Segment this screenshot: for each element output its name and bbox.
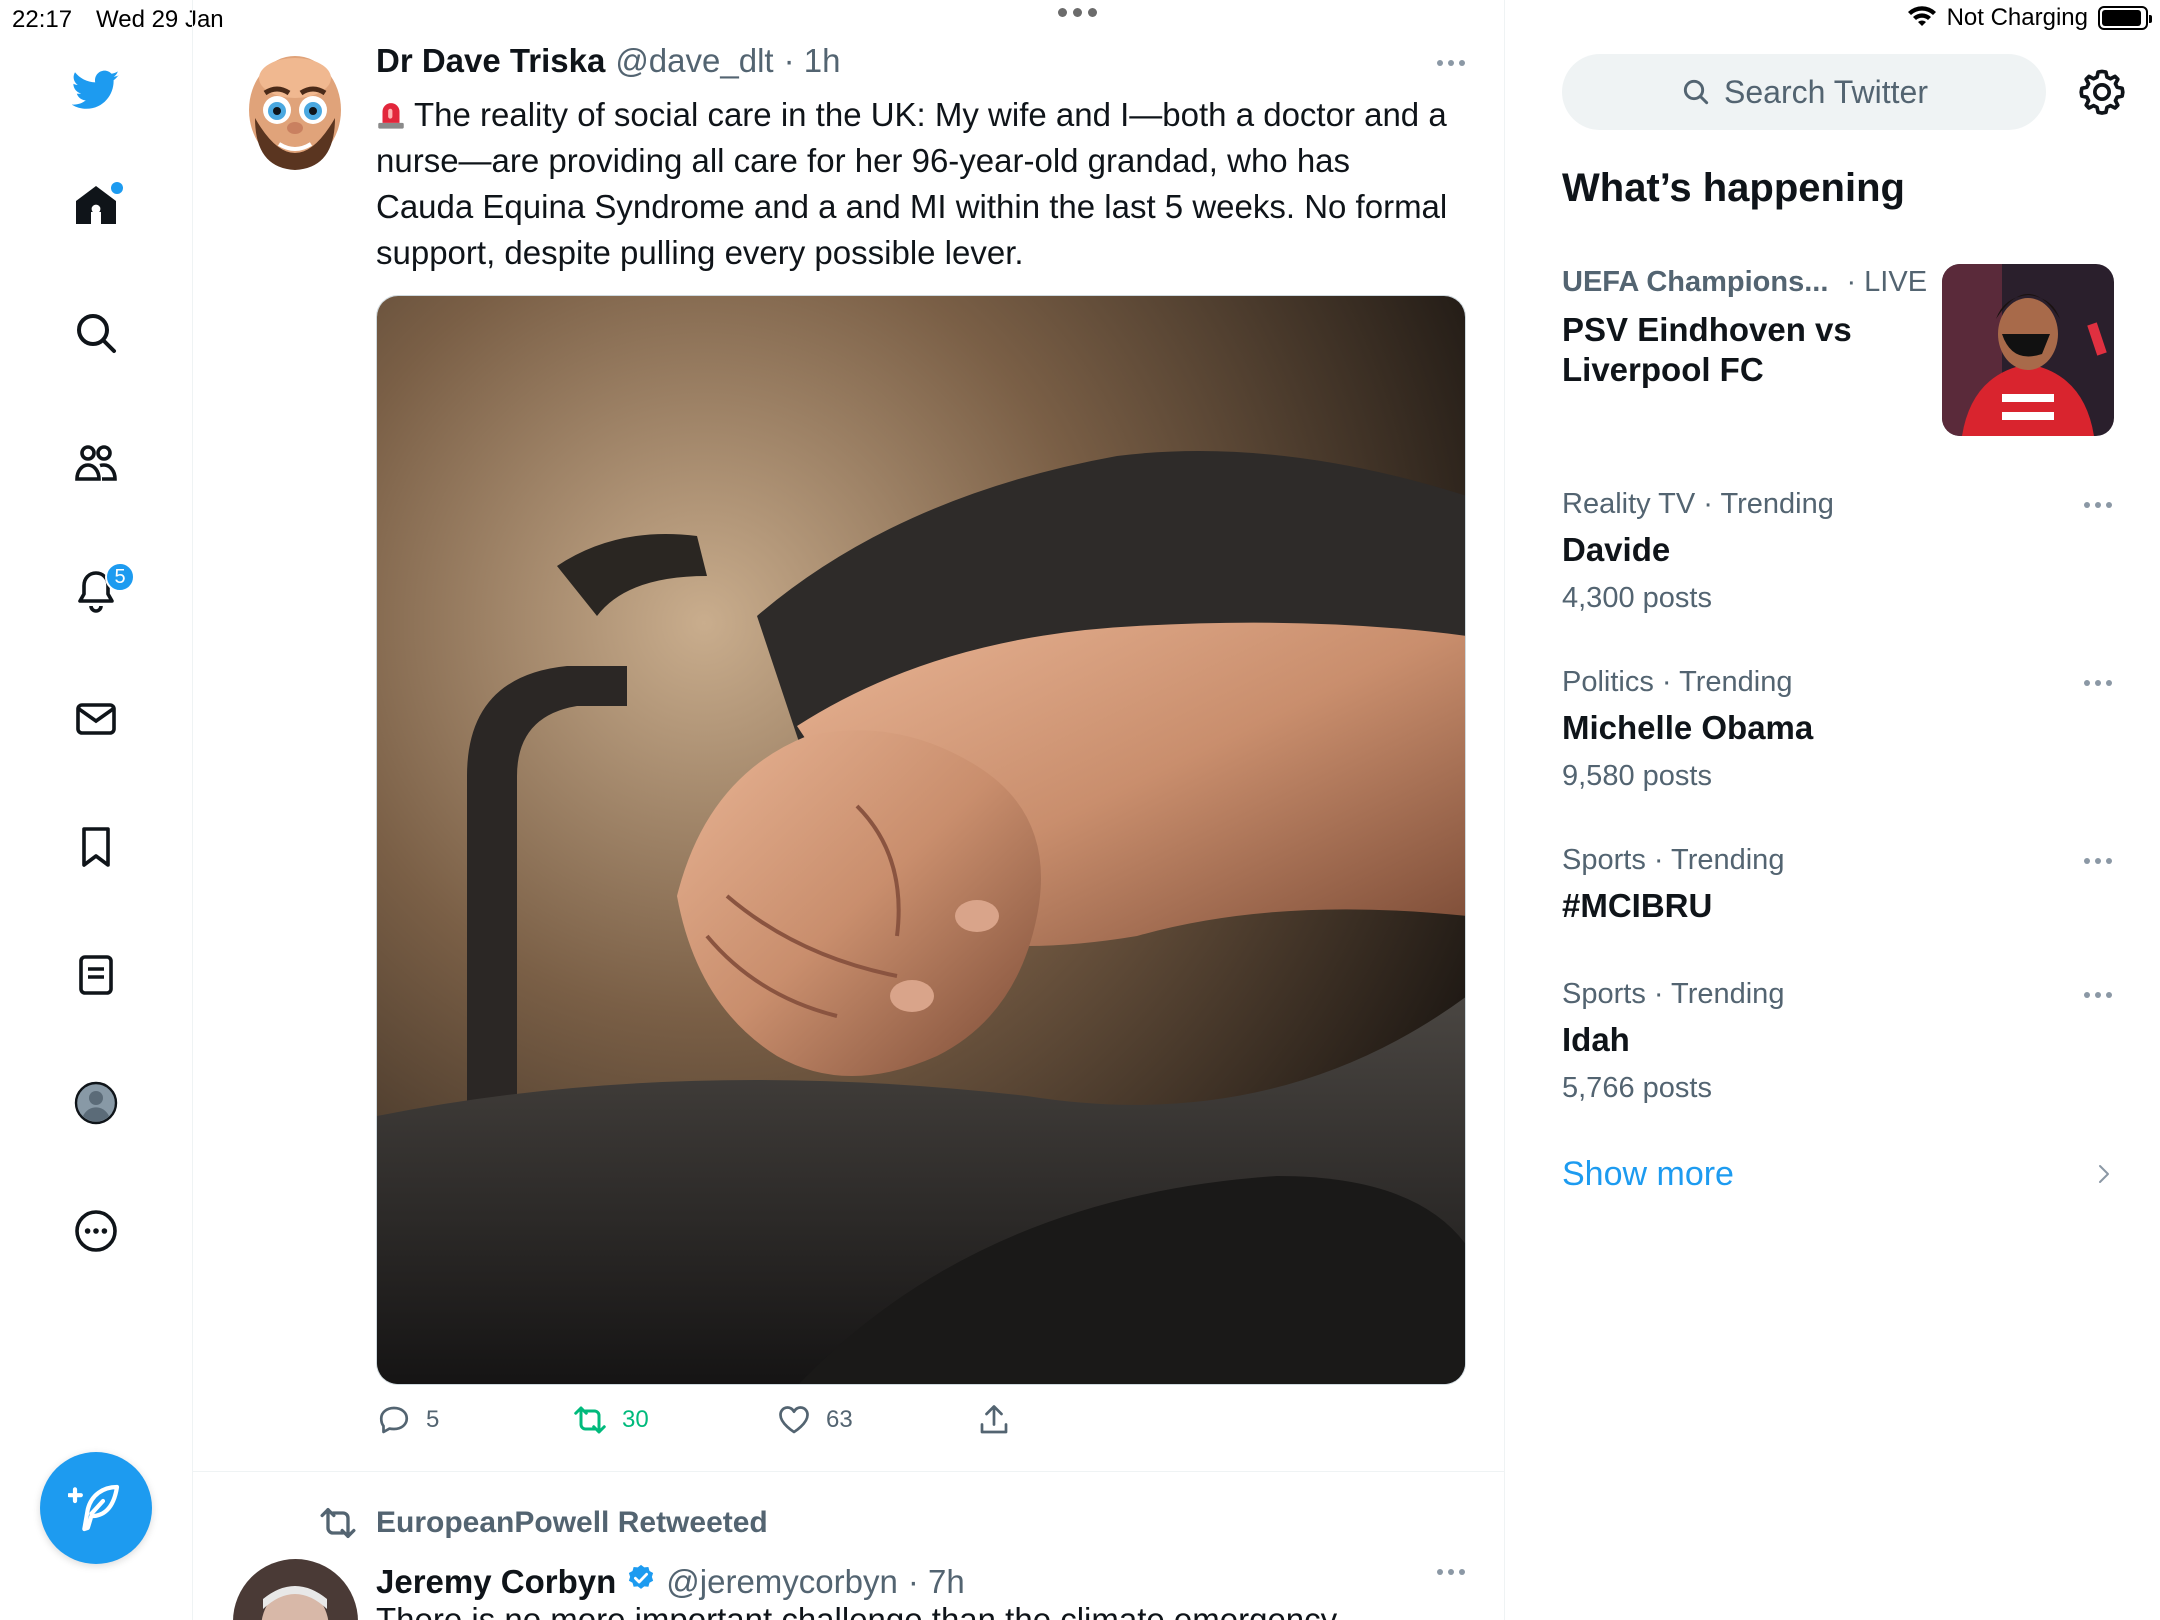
tweet-body: The reality of social care in the UK: My… [376, 96, 1448, 271]
mail-icon [76, 703, 116, 735]
more-button[interactable] [61, 1196, 131, 1266]
communities-icon [75, 445, 117, 481]
search-icon [1683, 79, 1709, 105]
search-icon [77, 314, 116, 353]
share-icon [980, 1405, 1008, 1434]
author-name[interactable]: Jeremy Corbyn [376, 1563, 616, 1601]
share-button[interactable] [976, 1402, 1012, 1438]
reply-button[interactable]: 5 [376, 1402, 439, 1438]
tweet-actions: 5 30 63 [376, 1402, 1076, 1446]
tweet-header: Dr Dave Triska @dave_dlt · 1h [376, 42, 840, 80]
messages-button[interactable] [61, 684, 131, 754]
author-handle[interactable]: @jeremycorbyn [666, 1563, 898, 1601]
compose-feather-icon [68, 1484, 120, 1532]
trend-thumbnail [1942, 264, 2114, 436]
lists-icon [79, 955, 113, 995]
tweet-time[interactable]: · 1h [784, 42, 841, 80]
trend-name: Michelle Obama [1562, 709, 1814, 746]
trend-live-label: · LIVE [1846, 266, 1928, 298]
timeline: Dr Dave Triska @dave_dlt · 1h The realit… [193, 0, 1505, 1620]
trend-more-button[interactable] [2084, 858, 2112, 864]
reply-icon [379, 1406, 409, 1434]
more-circle-icon [75, 1210, 117, 1252]
communities-button[interactable] [61, 428, 131, 498]
profile-avatar-icon [74, 1081, 118, 1125]
lists-button[interactable] [61, 940, 131, 1010]
tweet-image[interactable] [376, 295, 1466, 1385]
trend-name: Davide [1562, 531, 1671, 568]
tweet-more-button[interactable] [1437, 60, 1465, 66]
heart-icon [779, 1406, 809, 1434]
unread-dot [111, 182, 123, 194]
like-button[interactable]: 63 [776, 1402, 853, 1438]
tweet-time[interactable]: · 7h [908, 1563, 965, 1601]
trend-category: Reality TV · Trending [1562, 488, 1834, 520]
trend-more-button[interactable] [2084, 680, 2112, 686]
tweet-text: The reality of social care in the UK: My… [376, 92, 1456, 276]
trend-name: #MCIBRU [1562, 887, 1713, 924]
tweet-header: Jeremy Corbyn @jeremycorbyn · 7h [376, 1563, 965, 1601]
notifications-badge: 5 [105, 562, 135, 592]
home-button[interactable] [61, 170, 131, 240]
tweet[interactable]: EuropeanPowell Retweeted Jeremy Corbyn @… [193, 1473, 1505, 1620]
author-avatar[interactable] [233, 48, 358, 173]
trend-count: 5,766 posts [1562, 1072, 1712, 1104]
elderly-hands-photo [377, 296, 1465, 1384]
retweet-icon [320, 1508, 356, 1538]
chevron-right-icon [2099, 1165, 2109, 1183]
notifications-button[interactable]: 5 [61, 556, 135, 626]
retweet-icon [574, 1406, 606, 1434]
tweet-more-button[interactable] [1437, 1569, 1465, 1575]
right-sidebar: Search Twitter What’s happening UEFA Cha… [1506, 0, 2160, 1620]
trend-title: PSV Eindhoven vs Liverpool FC [1562, 311, 1852, 388]
verified-badge-icon [629, 1564, 654, 1589]
trend-more-button[interactable] [2084, 502, 2112, 508]
profile-button[interactable] [61, 1068, 131, 1138]
search-input[interactable]: Search Twitter [1562, 54, 2046, 130]
compose-tweet-button[interactable] [40, 1452, 152, 1564]
author-name[interactable]: Dr Dave Triska [376, 42, 605, 80]
trend-count: 4,300 posts [1562, 582, 1712, 614]
bookmark-icon [82, 827, 110, 867]
trend-category: Politics · Trending [1562, 666, 1793, 698]
gear-icon[interactable] [2076, 66, 2128, 118]
retweeted-by-label[interactable]: EuropeanPowell Retweeted [376, 1506, 768, 1540]
tweet[interactable]: Dr Dave Triska @dave_dlt · 1h The realit… [193, 0, 1505, 1472]
reply-count: 5 [426, 1406, 440, 1433]
like-count: 63 [826, 1406, 853, 1433]
trend-category: Sports · Trending [1562, 978, 1785, 1010]
trend-meta: UEFA Champions... · LIVE [1562, 266, 1927, 299]
retweet-count: 30 [622, 1406, 649, 1433]
trend-category: UEFA Champions... [1562, 266, 1829, 298]
search-placeholder: Search Twitter [1724, 73, 1928, 110]
trend-name: Idah [1562, 1021, 1630, 1058]
side-navigation: 5 [0, 0, 193, 1620]
bookmarks-button[interactable] [61, 812, 131, 882]
tweet-body: There is no more important challenge tha… [376, 1601, 1338, 1620]
twitter-logo-icon[interactable] [61, 55, 131, 125]
retweet-button[interactable]: 30 [572, 1402, 649, 1438]
author-handle[interactable]: @dave_dlt [615, 42, 773, 80]
explore-button[interactable] [61, 298, 131, 368]
trend-category: Sports · Trending [1562, 844, 1785, 876]
trend-count: 9,580 posts [1562, 760, 1712, 792]
trend-more-button[interactable] [2084, 992, 2112, 998]
show-more-link[interactable]: Show more [1562, 1155, 1734, 1194]
whats-happening-title: What’s happening [1562, 166, 1905, 210]
rotating-light-icon [378, 103, 404, 129]
author-avatar[interactable] [233, 1559, 358, 1620]
retweeted-by: EuropeanPowell Retweeted [318, 1503, 768, 1543]
